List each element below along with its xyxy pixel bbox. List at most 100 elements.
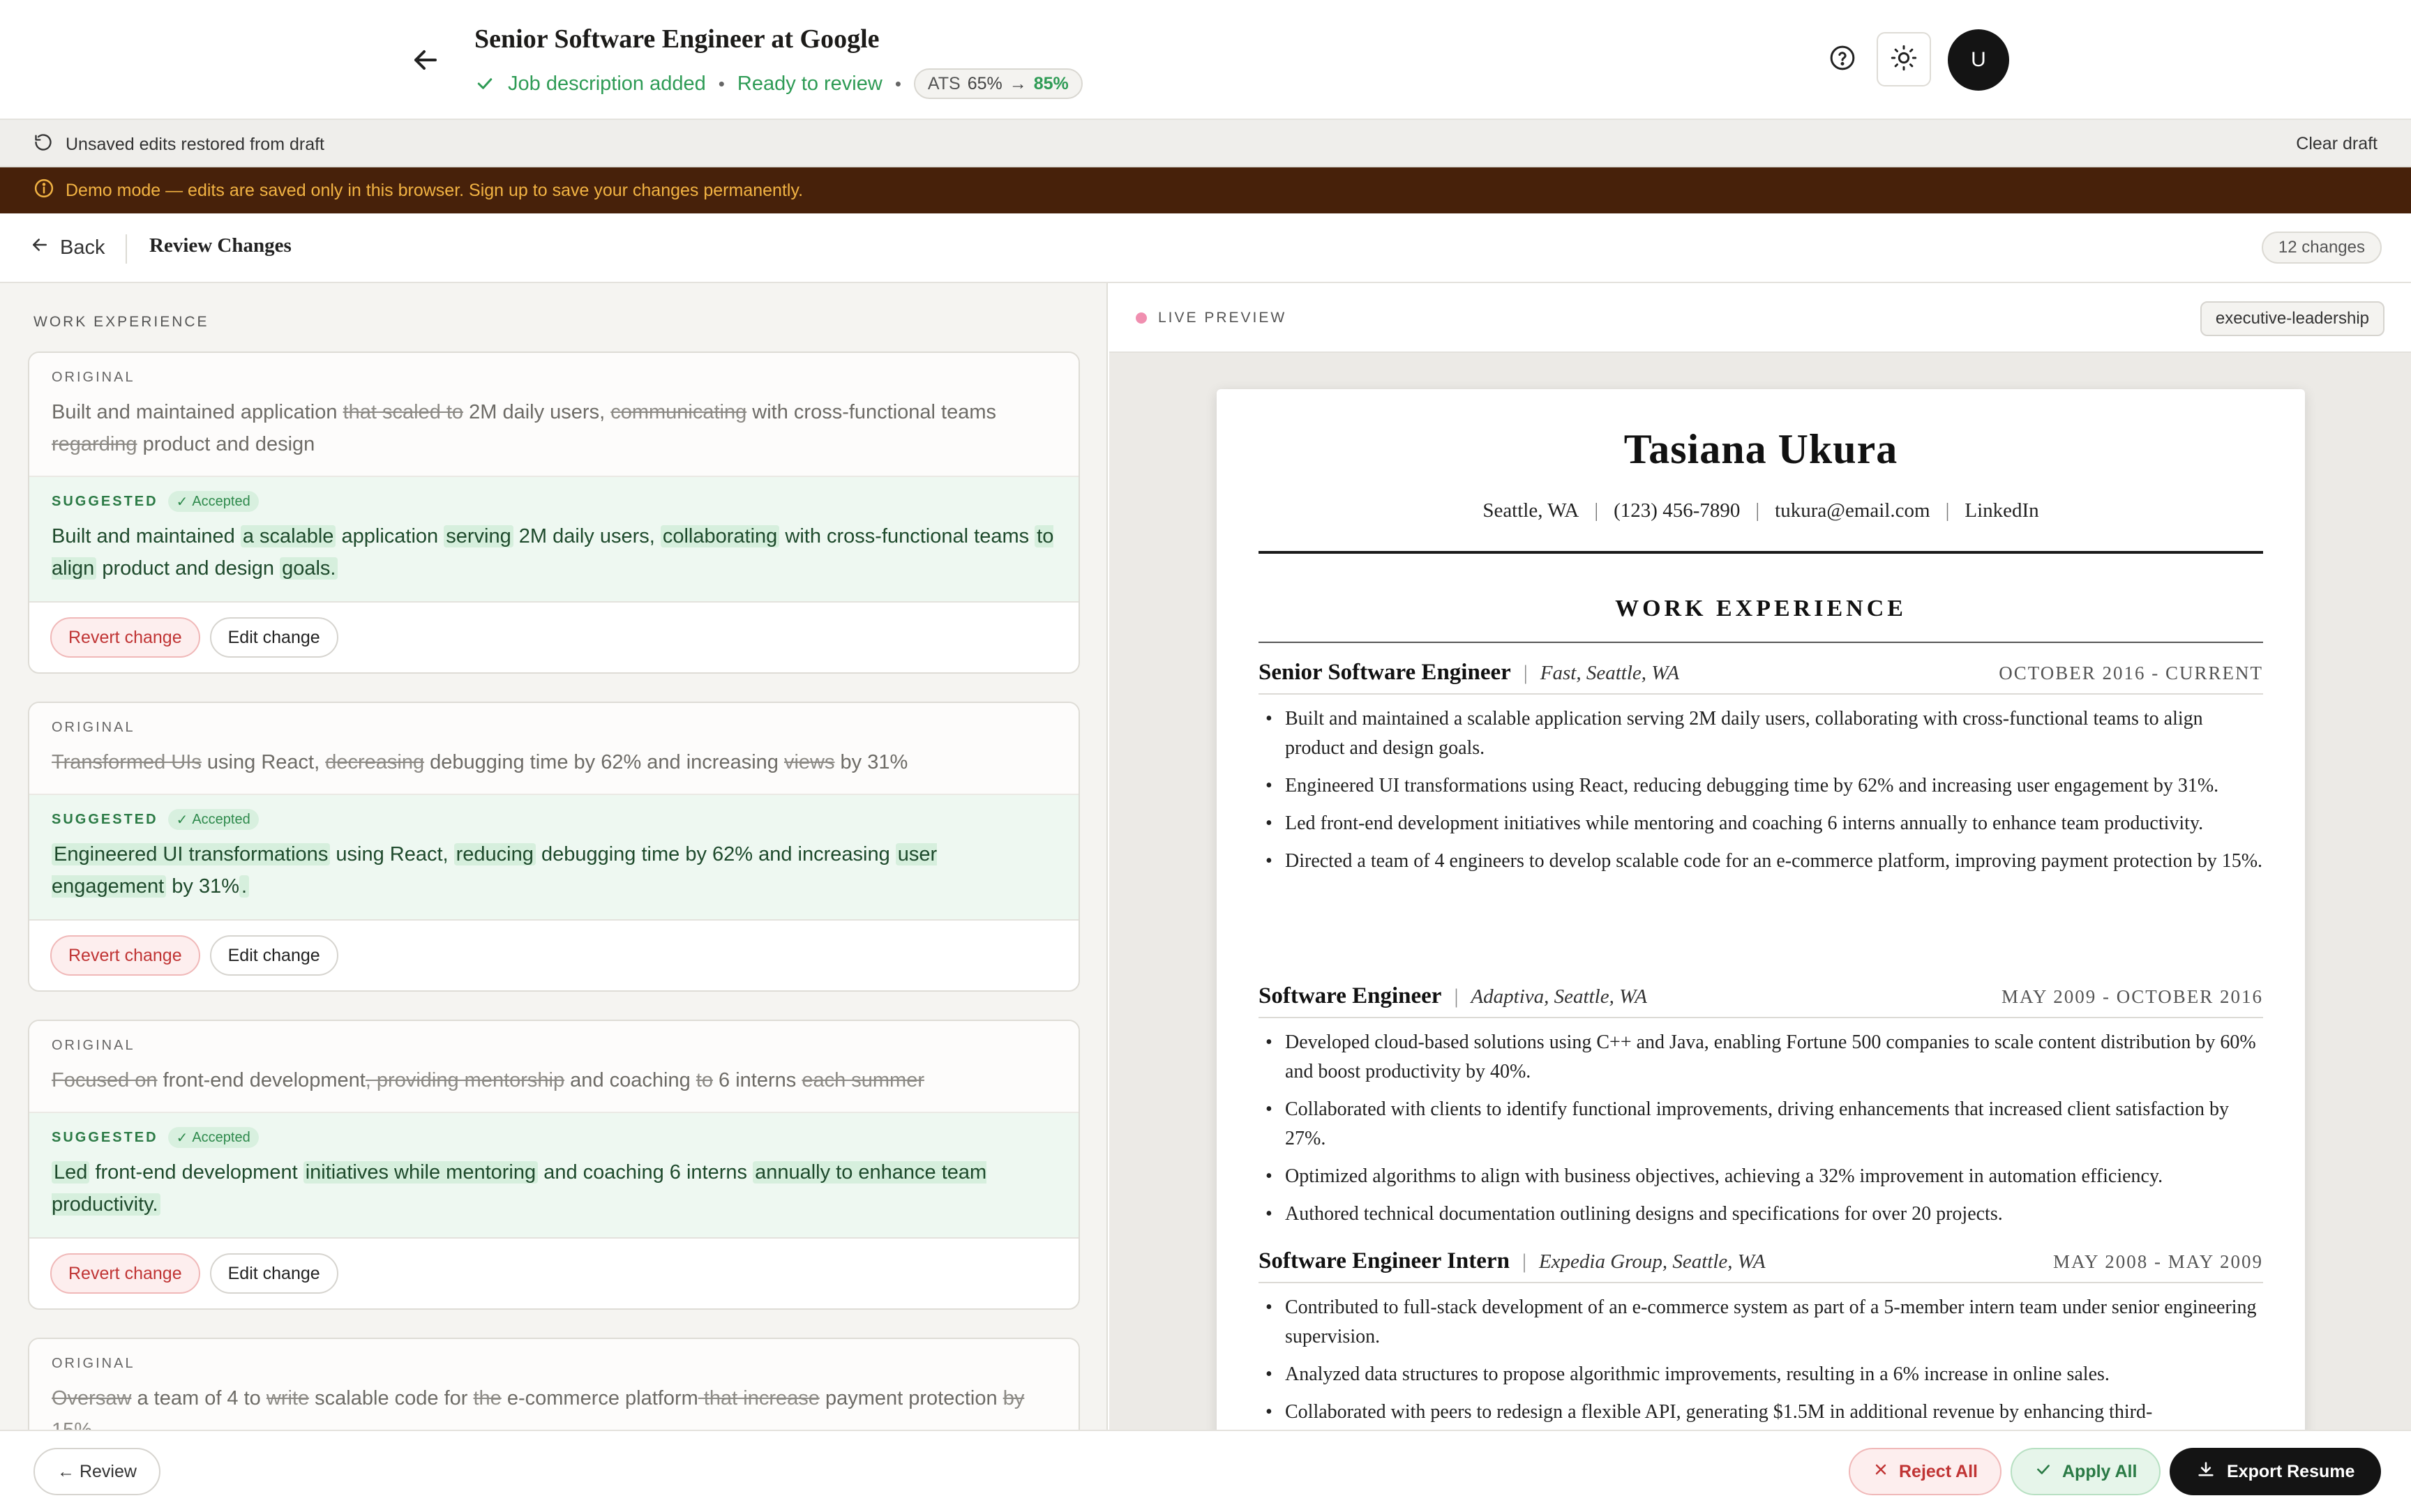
deleted-text: Transformed UIs [52, 751, 202, 773]
suggested-label: SUGGESTED [52, 493, 158, 509]
download-icon [2196, 1460, 2216, 1484]
inserted-text: collaborating [660, 525, 780, 547]
live-preview-panel[interactable]: LIVE PREVIEW executive-leadership Tasian… [1109, 283, 2411, 1430]
changes-count-badge: 12 changes [2261, 232, 2382, 264]
bottom-action-bar: ← Review Reject All Apply All Export Res… [0, 1430, 2411, 1512]
deleted-text: that increase [698, 1387, 820, 1409]
job-title: Senior Software Engineer at Google [474, 24, 880, 54]
contact-linkedin: LinkedIn [1965, 499, 2039, 522]
job-separator: | [1523, 661, 1528, 684]
job-bullet: Built and maintained a scalable applicat… [1259, 704, 2263, 763]
unchanged-text: by 31% [166, 875, 240, 898]
original-label: ORIGINAL [52, 719, 135, 735]
back-button[interactable]: Back [29, 234, 105, 261]
job-header: Senior Software Engineer | Fast, Seattle… [1259, 660, 2263, 695]
accepted-label: Accepted [192, 811, 250, 827]
change-card: ORIGINAL Transformed UIs using React, de… [28, 702, 1080, 992]
unchanged-text: scalable code for [309, 1387, 474, 1409]
check-icon: ✓ [176, 494, 188, 510]
original-block: ORIGINAL Built and maintained applicatio… [29, 353, 1079, 477]
draft-restore-message: Unsaved edits restored from draft [33, 133, 324, 157]
draft-message-text: Unsaved edits restored from draft [66, 135, 324, 154]
ats-from: 65% [967, 73, 1002, 93]
job-bullet: Engineered UI transformations using Reac… [1259, 771, 2263, 801]
draft-restore-bar: Unsaved edits restored from draft Clear … [0, 120, 2411, 167]
resume-job: Software Engineer | Adaptiva, Seattle, W… [1259, 983, 2263, 1237]
suggested-label: SUGGESTED [52, 1129, 158, 1145]
change-card: ORIGINAL Focused on front-end developmen… [28, 1020, 1080, 1310]
export-resume-label: Export Resume [2227, 1461, 2355, 1481]
revert-change-button[interactable]: Revert change [50, 1253, 200, 1294]
suggested-block: SUGGESTED ✓ Accepted Engineered UI trans… [29, 795, 1079, 921]
unchanged-text: Built and maintained application [52, 401, 343, 423]
original-block: ORIGINAL Oversaw a team of 4 to write sc… [29, 1339, 1079, 1430]
ats-arrow: → [1009, 73, 1027, 93]
inserted-text: initiatives while mentoring [303, 1161, 539, 1184]
clear-draft-button[interactable]: Clear draft [2296, 134, 2378, 154]
reject-all-button[interactable]: Reject All [1849, 1448, 2002, 1495]
unchanged-text: with cross-functional teams [779, 525, 1035, 547]
inserted-text: . [239, 875, 250, 898]
contact-phone: (123) 456-7890 [1614, 499, 1741, 522]
job-company: Adaptiva, Seattle, WA [1471, 985, 1647, 1008]
deleted-text: write [266, 1387, 310, 1409]
check-icon: ✓ [176, 812, 188, 828]
avatar[interactable]: U [1948, 29, 2009, 91]
deleted-text: views [783, 751, 835, 773]
original-block: ORIGINAL Transformed UIs using React, de… [29, 703, 1079, 795]
unchanged-text: 2M daily users, [463, 401, 611, 423]
accepted-label: Accepted [192, 493, 250, 509]
ats-label: ATS [927, 73, 961, 93]
status-ready: Ready to review [737, 72, 882, 95]
revert-change-button[interactable]: Revert change [50, 935, 200, 976]
unchanged-text: payment protection [819, 1387, 1003, 1409]
changes-panel[interactable]: WORK EXPERIENCE ORIGINAL Built and maint… [0, 283, 1108, 1430]
accepted-badge: ✓ Accepted [167, 1127, 259, 1148]
apply-all-button[interactable]: Apply All [2011, 1448, 2161, 1495]
job-bullet: Developed cloud-based solutions using C+… [1259, 1028, 2263, 1087]
job-bullets: Built and maintained a scalable applicat… [1259, 704, 2263, 876]
back-arrow-icon [29, 234, 50, 261]
resume-name: Tasiana Ukura [1623, 426, 1898, 472]
template-selector[interactable]: executive-leadership [2200, 301, 2384, 336]
job-dates: MAY 2008 - MAY 2009 [2052, 1251, 2263, 1272]
unchanged-text: a team of 4 to [131, 1387, 266, 1409]
divider [126, 234, 127, 264]
edit-change-button[interactable]: Edit change [209, 935, 338, 976]
inserted-text: Led [52, 1161, 90, 1184]
unchanged-text: and coaching 6 interns [538, 1161, 753, 1184]
deleted-text: each summer [802, 1069, 924, 1091]
unchanged-text: application [336, 525, 444, 547]
deleted-text: Focused on [52, 1069, 158, 1091]
suggested-label: SUGGESTED [52, 811, 158, 827]
inserted-text: goals. [280, 557, 338, 580]
accepted-badge: ✓ Accepted [167, 809, 259, 830]
unchanged-text: using React, [330, 843, 454, 865]
status-separator: • [718, 73, 725, 94]
job-status: Job description added • Ready to review … [474, 67, 1083, 100]
status-jd: Job description added [508, 72, 706, 95]
review-button[interactable]: ← Review [33, 1448, 160, 1495]
job-bullets: Contributed to full-stack development of… [1259, 1293, 2263, 1427]
export-resume-button[interactable]: Export Resume [2170, 1448, 2382, 1495]
job-bullet: Collaborated with clients to identify fu… [1259, 1095, 2263, 1154]
revert-change-button[interactable]: Revert change [50, 617, 200, 658]
back-arrow-icon[interactable] [409, 43, 442, 77]
edit-change-button[interactable]: Edit change [209, 617, 338, 658]
unchanged-text: and coaching [564, 1069, 696, 1091]
edit-change-button[interactable]: Edit change [209, 1253, 338, 1294]
suggested-block: SUGGESTED ✓ Accepted Built and maintaine… [29, 477, 1079, 603]
theme-toggle-button[interactable] [1877, 32, 1931, 86]
ats-score-badge: ATS 65% → 85% [913, 68, 1083, 99]
change-actions: Revert change Edit change [29, 1239, 1079, 1308]
section-rule [1259, 642, 2263, 643]
job-separator: | [1522, 1250, 1526, 1273]
unchanged-text: using React, [201, 751, 326, 773]
job-bullet: Contributed to full-stack development of… [1259, 1293, 2263, 1352]
help-button[interactable] [1815, 32, 1870, 86]
unchanged-text: by 31% [834, 751, 908, 773]
original-label: ORIGINAL [52, 1037, 135, 1053]
unchanged-text: Built and maintained [52, 525, 241, 547]
sun-icon [1890, 44, 1918, 75]
inserted-text: serving [444, 525, 513, 547]
